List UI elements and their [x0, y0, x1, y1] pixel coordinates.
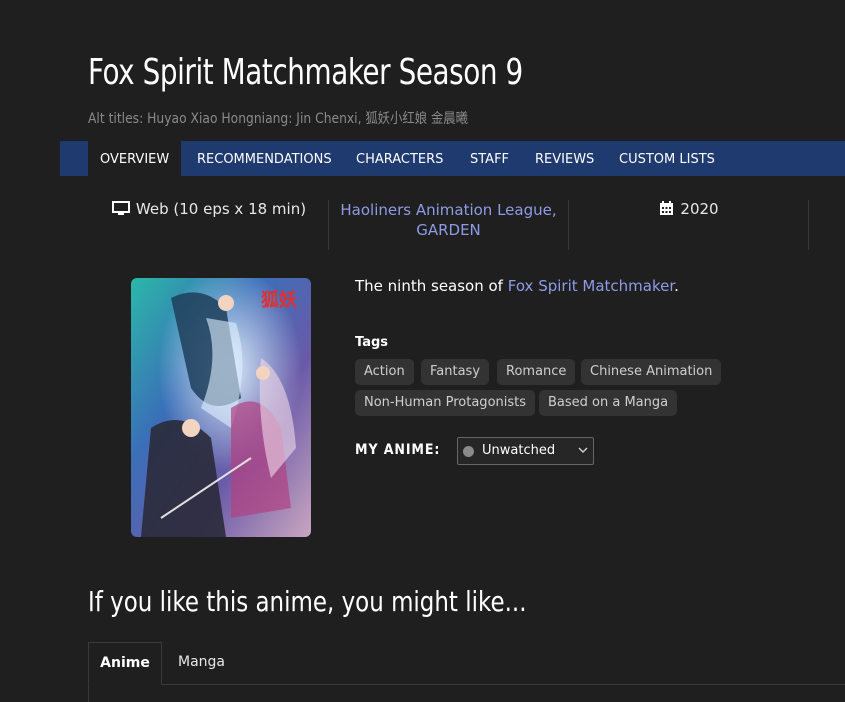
- studio-link[interactable]: Haoliners Animation League,: [340, 201, 556, 219]
- tab-custom-lists[interactable]: CUSTOM LISTS: [619, 141, 715, 176]
- poster-image[interactable]: 狐妖: [131, 278, 311, 537]
- studios-info: Haoliners Animation League, GARDEN: [330, 200, 567, 250]
- tab-reviews[interactable]: REVIEWS: [535, 141, 594, 176]
- page-title: Fox Spirit Matchmaker Season 9: [88, 52, 523, 93]
- nav-bar: OVERVIEW RECOMMENDATIONS CHARACTERS STAF…: [60, 141, 845, 176]
- tag-chinese-animation[interactable]: Chinese Animation: [581, 359, 722, 385]
- tag-based-on-manga[interactable]: Based on a Manga: [539, 390, 678, 416]
- tag-non-human-protagonists[interactable]: Non-Human Protagonists: [355, 390, 536, 416]
- year-info: 2020: [570, 200, 808, 250]
- divider: [808, 200, 809, 250]
- tab-recommendations[interactable]: RECOMMENDATIONS: [197, 141, 332, 176]
- tags-label: Tags: [355, 335, 389, 350]
- tag-action[interactable]: Action: [355, 359, 414, 385]
- tab-overview[interactable]: OVERVIEW: [88, 141, 182, 176]
- studio-link[interactable]: GARDEN: [416, 221, 481, 239]
- monitor-icon: [111, 201, 130, 215]
- description-prefix: The ninth season of: [355, 277, 508, 295]
- divider: [328, 200, 329, 250]
- my-anime-label: MY ANIME:: [355, 442, 441, 458]
- alt-titles: Alt titles: Huyao Xiao Hongniang: Jin Ch…: [88, 111, 468, 127]
- content-border: [88, 685, 89, 702]
- recommendations-title: If you like this anime, you might like..…: [88, 585, 527, 618]
- status-select[interactable]: Unwatched: [457, 437, 594, 465]
- tab-anime[interactable]: Anime: [88, 642, 162, 685]
- tab-staff[interactable]: STAFF: [470, 141, 509, 176]
- series-link[interactable]: Fox Spirit Matchmaker: [508, 277, 674, 295]
- subtabs-divider: [88, 684, 845, 685]
- description: The ninth season of Fox Spirit Matchmake…: [355, 277, 679, 295]
- tab-characters[interactable]: CHARACTERS: [356, 141, 443, 176]
- tag-fantasy[interactable]: Fantasy: [421, 359, 490, 385]
- status-dot-icon: [463, 446, 474, 457]
- status-value: Unwatched: [482, 443, 556, 458]
- format-text: Web (10 eps x 18 min): [135, 200, 307, 218]
- poster-art: 狐妖: [131, 278, 311, 537]
- divider: [568, 200, 569, 250]
- info-bar: Web (10 eps x 18 min) Haoliners Animatio…: [0, 200, 845, 250]
- tag-romance[interactable]: Romance: [497, 359, 576, 385]
- year-text: 2020: [680, 200, 719, 218]
- calendar-icon: [660, 201, 674, 215]
- svg-text:狐妖: 狐妖: [261, 289, 297, 311]
- chevron-down-icon: [578, 447, 588, 454]
- format-info: Web (10 eps x 18 min): [90, 200, 328, 250]
- tab-manga[interactable]: Manga: [178, 642, 225, 682]
- description-suffix: .: [674, 277, 679, 295]
